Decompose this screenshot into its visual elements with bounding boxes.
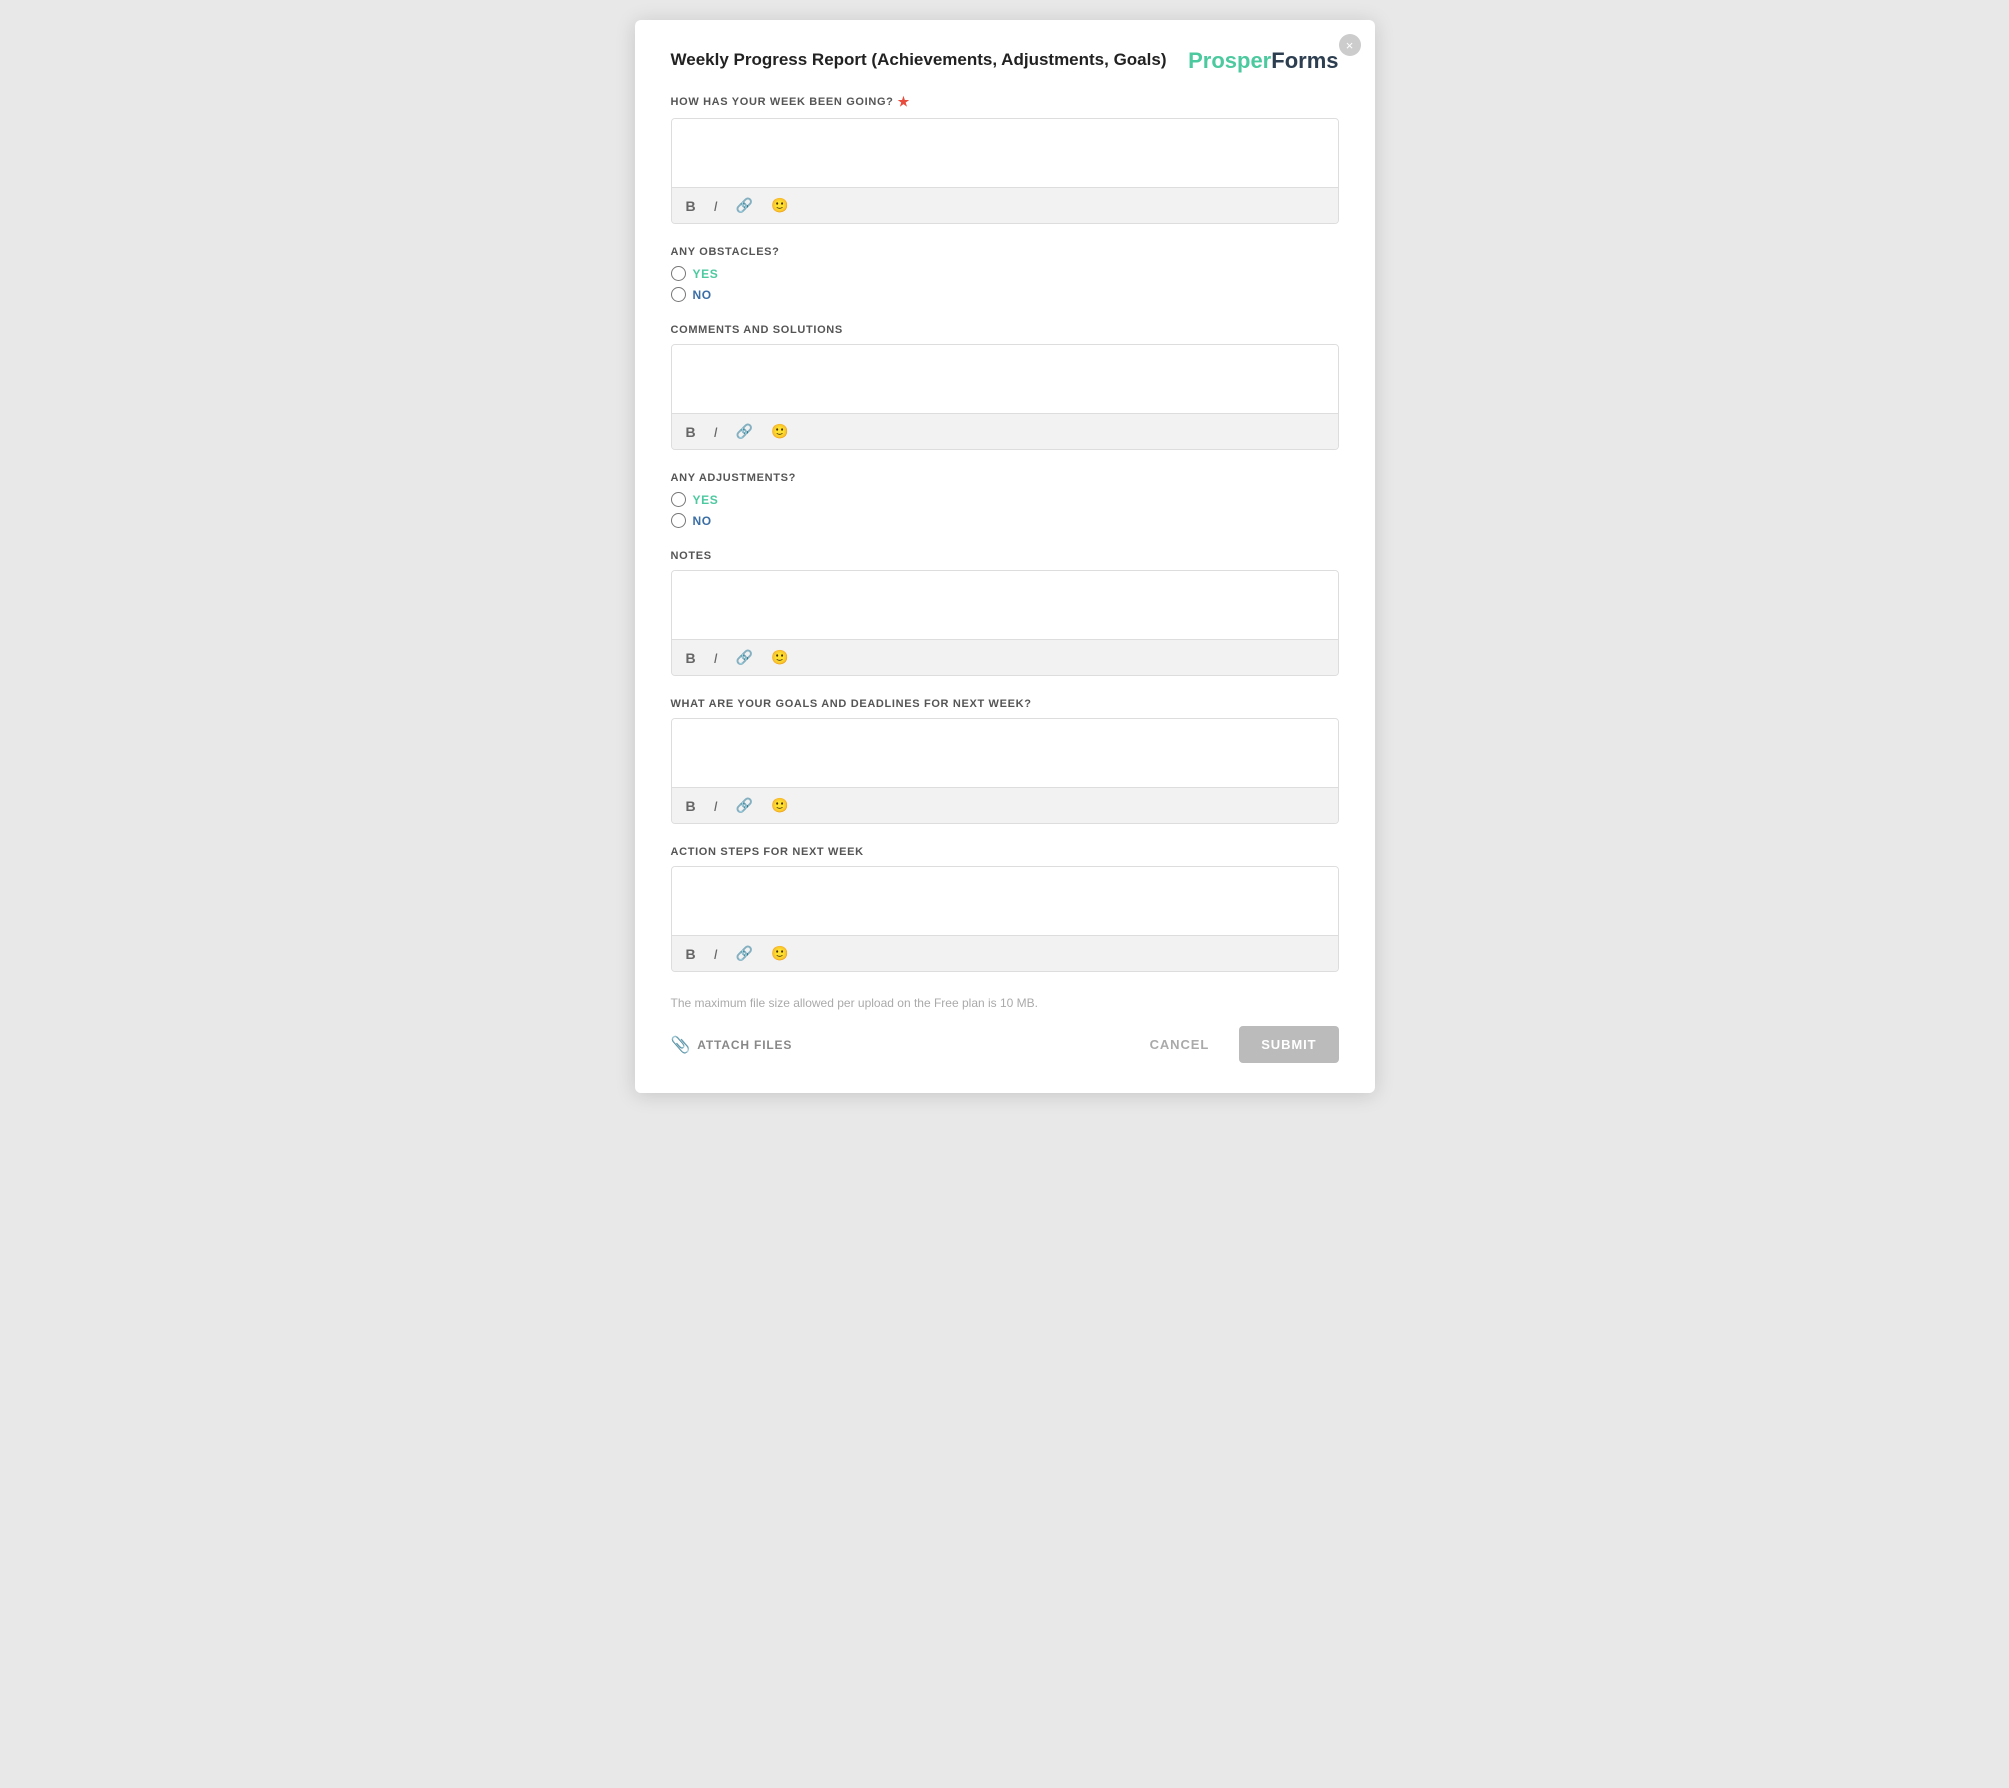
brand-forms: Forms [1271, 48, 1338, 73]
action-steps-editor: B I 🔗 🙂 [671, 866, 1339, 972]
obstacles-no-radio[interactable] [671, 287, 686, 302]
comments-editor: B I 🔗 🙂 [671, 344, 1339, 450]
notes-editor: B I 🔗 🙂 [671, 570, 1339, 676]
week-going-bold-btn[interactable]: B [682, 196, 700, 216]
footer-right-actions: CANCEL SUBMIT [1136, 1026, 1339, 1063]
cancel-button[interactable]: CANCEL [1136, 1027, 1224, 1062]
comments-link-btn[interactable]: 🔗 [732, 421, 757, 442]
obstacles-yes-option[interactable]: YES [671, 266, 1339, 281]
modal-title: Weekly Progress Report (Achievements, Ad… [671, 50, 1167, 70]
obstacles-yes-label: YES [693, 267, 719, 281]
goals-emoji-btn[interactable]: 🙂 [767, 795, 792, 816]
adjustments-yes-radio[interactable] [671, 492, 686, 507]
comments-input[interactable] [672, 345, 1338, 413]
week-going-emoji-btn[interactable]: 🙂 [767, 195, 792, 216]
notes-bold-btn[interactable]: B [682, 648, 700, 668]
comments-italic-btn[interactable]: I [710, 422, 722, 442]
field-adjustments: ANY ADJUSTMENTS? YES NO [671, 472, 1339, 528]
comments-emoji-btn[interactable]: 🙂 [767, 421, 792, 442]
brand-logo: ProsperForms [1188, 50, 1338, 72]
notes-italic-btn[interactable]: I [710, 648, 722, 668]
field-comments: COMMENTS AND SOLUTIONS B I 🔗 🙂 [671, 324, 1339, 450]
week-going-input[interactable] [672, 119, 1338, 187]
action-steps-input[interactable] [672, 867, 1338, 935]
week-going-toolbar: B I 🔗 🙂 [672, 187, 1338, 223]
action-steps-toolbar: B I 🔗 🙂 [672, 935, 1338, 971]
paperclip-icon: 📎 [671, 1035, 692, 1055]
adjustments-label: ANY ADJUSTMENTS? [671, 472, 1339, 484]
attach-label: ATTACH FILES [697, 1038, 792, 1052]
notes-link-btn[interactable]: 🔗 [732, 647, 757, 668]
action-steps-emoji-btn[interactable]: 🙂 [767, 943, 792, 964]
field-week-going-label: HOW HAS YOUR WEEK BEEN GOING? ★ [671, 94, 1339, 110]
notes-toolbar: B I 🔗 🙂 [672, 639, 1338, 675]
modal-backdrop: × Weekly Progress Report (Achievements, … [0, 0, 2009, 1788]
obstacles-no-option[interactable]: NO [671, 287, 1339, 302]
obstacles-label: ANY OBSTACLES? [671, 246, 1339, 258]
comments-bold-btn[interactable]: B [682, 422, 700, 442]
field-week-going: HOW HAS YOUR WEEK BEEN GOING? ★ B I 🔗 🙂 [671, 94, 1339, 224]
goals-bold-btn[interactable]: B [682, 796, 700, 816]
goals-input[interactable] [672, 719, 1338, 787]
field-notes: NOTES B I 🔗 🙂 [671, 550, 1339, 676]
goals-editor: B I 🔗 🙂 [671, 718, 1339, 824]
notes-emoji-btn[interactable]: 🙂 [767, 647, 792, 668]
field-action-steps: ACTION STEPS FOR NEXT WEEK B I 🔗 🙂 [671, 846, 1339, 972]
modal-container: × Weekly Progress Report (Achievements, … [635, 20, 1375, 1093]
obstacles-yes-radio[interactable] [671, 266, 686, 281]
goals-toolbar: B I 🔗 🙂 [672, 787, 1338, 823]
comments-label: COMMENTS AND SOLUTIONS [671, 324, 1339, 336]
obstacles-no-label: NO [693, 288, 712, 302]
attach-files-button[interactable]: 📎 ATTACH FILES [671, 1035, 793, 1055]
file-note: The maximum file size allowed per upload… [671, 996, 1339, 1010]
adjustments-no-label: NO [693, 514, 712, 528]
action-steps-link-btn[interactable]: 🔗 [732, 943, 757, 964]
close-button[interactable]: × [1339, 34, 1361, 56]
comments-toolbar: B I 🔗 🙂 [672, 413, 1338, 449]
submit-button[interactable]: SUBMIT [1239, 1026, 1338, 1063]
adjustments-no-radio[interactable] [671, 513, 686, 528]
modal-header: Weekly Progress Report (Achievements, Ad… [671, 50, 1339, 72]
week-going-italic-btn[interactable]: I [710, 196, 722, 216]
brand-prosper: Prosper [1188, 48, 1271, 73]
week-going-link-btn[interactable]: 🔗 [732, 195, 757, 216]
field-obstacles: ANY OBSTACLES? YES NO [671, 246, 1339, 302]
adjustments-no-option[interactable]: NO [671, 513, 1339, 528]
goals-link-btn[interactable]: 🔗 [732, 795, 757, 816]
action-steps-bold-btn[interactable]: B [682, 944, 700, 964]
field-goals: WHAT ARE YOUR GOALS AND DEADLINES FOR NE… [671, 698, 1339, 824]
footer-actions: 📎 ATTACH FILES CANCEL SUBMIT [671, 1026, 1339, 1063]
adjustments-yes-label: YES [693, 493, 719, 507]
required-star: ★ [898, 94, 910, 110]
notes-input[interactable] [672, 571, 1338, 639]
adjustments-yes-option[interactable]: YES [671, 492, 1339, 507]
goals-label: WHAT ARE YOUR GOALS AND DEADLINES FOR NE… [671, 698, 1339, 710]
week-going-editor: B I 🔗 🙂 [671, 118, 1339, 224]
action-steps-label: ACTION STEPS FOR NEXT WEEK [671, 846, 1339, 858]
goals-italic-btn[interactable]: I [710, 796, 722, 816]
notes-label: NOTES [671, 550, 1339, 562]
obstacles-radio-group: YES NO [671, 266, 1339, 302]
action-steps-italic-btn[interactable]: I [710, 944, 722, 964]
adjustments-radio-group: YES NO [671, 492, 1339, 528]
